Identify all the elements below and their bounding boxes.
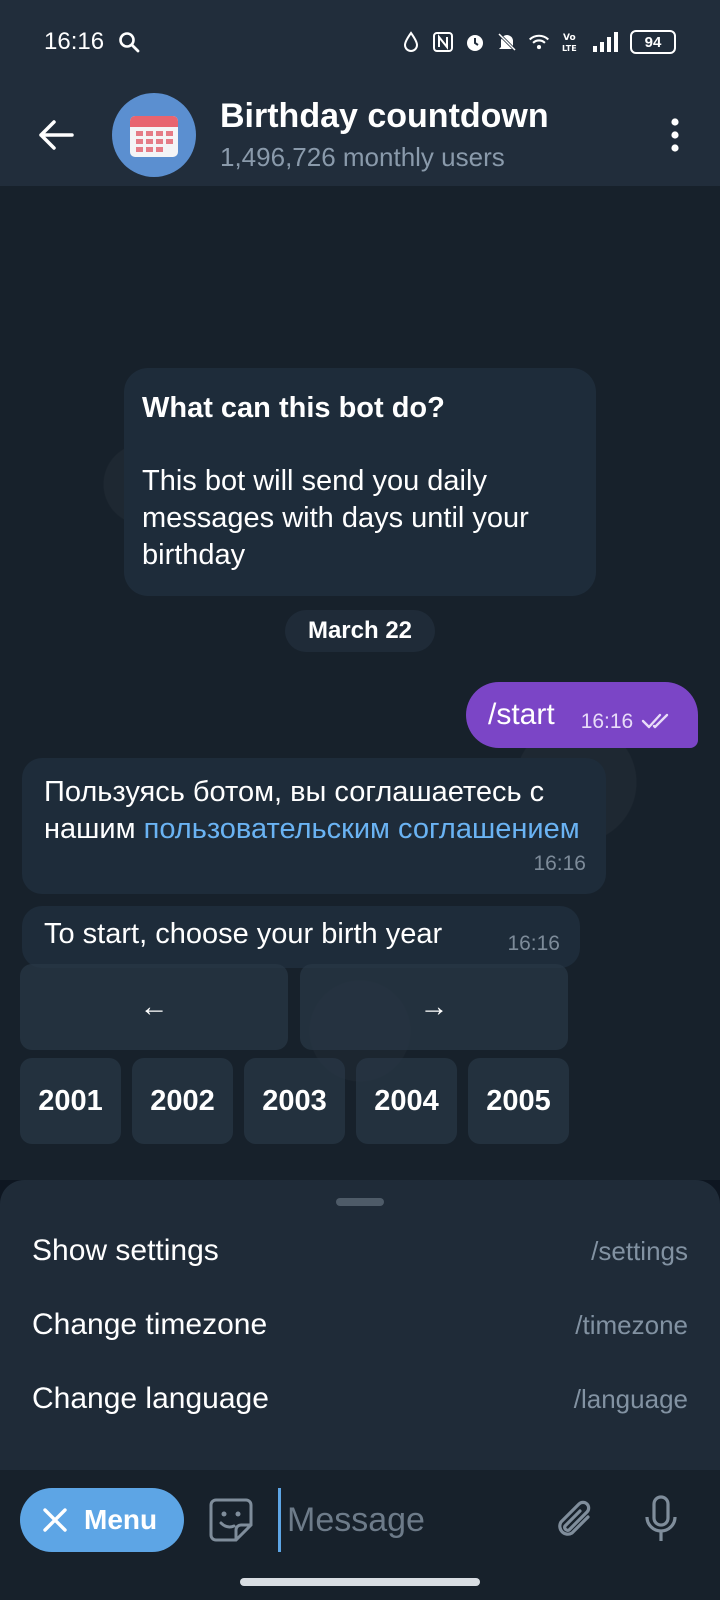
date-separator: March 22: [285, 610, 435, 652]
year-button-2004[interactable]: 2004: [356, 1058, 457, 1144]
outgoing-message-text: /start: [488, 698, 555, 731]
gesture-nav-bar[interactable]: [240, 1578, 480, 1586]
calendar-icon: [130, 116, 178, 157]
back-button[interactable]: [0, 84, 112, 186]
close-icon: [42, 1507, 68, 1533]
double-check-icon: [641, 712, 673, 730]
chat-subtitle: 1,496,726 monthly users: [220, 142, 505, 172]
status-time: 16:16: [44, 28, 105, 55]
year-button-2001[interactable]: 2001: [20, 1058, 121, 1144]
command-label: Change timezone: [32, 1308, 268, 1341]
command-label: Change language: [32, 1382, 269, 1415]
menu-button[interactable]: Menu: [20, 1488, 184, 1552]
more-button[interactable]: [630, 84, 720, 186]
sheet-drag-handle[interactable]: [336, 1198, 384, 1206]
status-time-group: 16:16: [44, 28, 140, 56]
svg-text:Vo: Vo: [563, 33, 576, 43]
prompt-time: 16:16: [507, 932, 560, 955]
bot-avatar[interactable]: [112, 93, 196, 177]
attach-icon[interactable]: [546, 1488, 606, 1552]
nfc-icon: [432, 31, 454, 53]
command-code: /language: [573, 1383, 688, 1414]
keyboard-prev-button[interactable]: ←: [20, 964, 288, 1050]
bot-commands-sheet: Show settings /settings Change timezone …: [0, 1180, 720, 1470]
year-button-2002[interactable]: 2002: [132, 1058, 233, 1144]
command-code: /settings: [591, 1235, 688, 1266]
volte-icon: Vo LTE: [560, 31, 582, 53]
chat-title: Birthday countdown: [220, 97, 549, 135]
svg-text:LTE: LTE: [562, 44, 577, 53]
status-bar: 16:16 Vo LTE 94: [0, 0, 720, 84]
bot-description-title: What can this bot do?: [142, 392, 445, 424]
outgoing-message[interactable]: /start 16:16: [466, 682, 698, 748]
more-vertical-icon: [671, 118, 679, 152]
sticker-icon[interactable]: [208, 1488, 260, 1552]
prompt-text: To start, choose your birth year: [44, 918, 443, 950]
drop-icon: [400, 31, 422, 53]
year-button-2005[interactable]: 2005: [468, 1058, 569, 1144]
header-text[interactable]: Birthday countdown 1,496,726 monthly use…: [220, 97, 549, 173]
agreement-time: 16:16: [533, 852, 586, 875]
command-row-language[interactable]: Change language /language: [0, 1362, 720, 1436]
bot-description-bubble: What can this bot do? This bot will send…: [124, 368, 596, 596]
incoming-message-agreement[interactable]: Пользуясь ботом, вы соглашаетесь с нашим…: [22, 758, 606, 894]
mute-icon: [496, 31, 518, 53]
alarm-icon: [464, 31, 486, 53]
bot-description-body: This bot will send you daily messages wi…: [142, 465, 529, 571]
chat-area[interactable]: What can this bot do? This bot will send…: [0, 186, 720, 1180]
wifi-icon: [528, 31, 550, 53]
command-row-timezone[interactable]: Change timezone /timezone: [0, 1288, 720, 1362]
back-arrow-icon: [39, 120, 74, 150]
agreement-link[interactable]: пользовательским соглашением: [144, 813, 580, 845]
search-icon: [118, 31, 140, 53]
command-label: Show settings: [32, 1234, 219, 1267]
keyboard-next-button[interactable]: →: [300, 964, 568, 1050]
menu-button-label: Menu: [84, 1504, 158, 1535]
outgoing-message-time: 16:16: [580, 710, 634, 733]
status-icons: Vo LTE 94: [400, 30, 676, 54]
microphone-icon[interactable]: [636, 1488, 686, 1552]
signal-icon: [592, 31, 620, 53]
battery-icon: 94: [630, 30, 676, 54]
command-code: /timezone: [575, 1309, 688, 1340]
chat-header: Birthday countdown 1,496,726 monthly use…: [0, 84, 720, 186]
command-row-settings[interactable]: Show settings /settings: [0, 1214, 720, 1288]
incoming-message-prompt[interactable]: To start, choose your birth year 16:16: [22, 906, 580, 968]
message-input[interactable]: Message: [278, 1488, 528, 1552]
year-button-2003[interactable]: 2003: [244, 1058, 345, 1144]
